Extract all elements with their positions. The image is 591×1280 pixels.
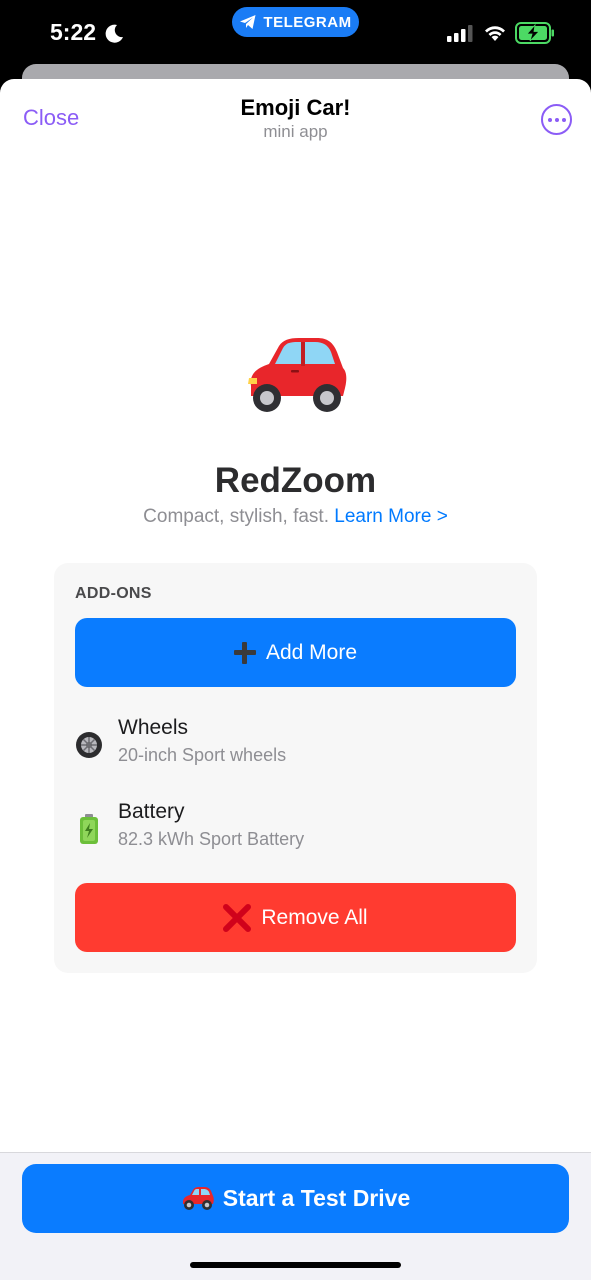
addons-card: ADD-ONS Add More Wheels 20-inch Sport wh… bbox=[54, 563, 537, 973]
learn-more-link[interactable]: Learn More > bbox=[334, 506, 448, 527]
car-description-text: Compact, stylish, fast. bbox=[143, 506, 329, 527]
telegram-pill-label: TELEGRAM bbox=[263, 13, 352, 31]
start-test-drive-button[interactable]: Start a Test Drive bbox=[22, 1164, 569, 1233]
red-car-icon bbox=[182, 1186, 214, 1210]
addon-detail: 82.3 kWh Sport Battery bbox=[118, 829, 305, 849]
add-more-label: Add More bbox=[265, 640, 358, 664]
addon-name: Wheels bbox=[118, 716, 189, 739]
signal-icon bbox=[447, 25, 473, 42]
home-indicator[interactable] bbox=[190, 1262, 401, 1268]
status-bar: 5:22 TELEGRAM bbox=[0, 0, 591, 66]
mini-app-sheet: Close Emoji Car! mini app RedZoom Compac… bbox=[0, 79, 591, 1280]
remove-all-button[interactable]: Remove All bbox=[75, 883, 516, 952]
telegram-pill[interactable]: TELEGRAM bbox=[232, 7, 359, 37]
plus-icon bbox=[233, 641, 256, 664]
battery-icon bbox=[80, 814, 98, 844]
red-car-icon bbox=[248, 338, 347, 412]
addon-item-battery: Battery 82.3 kWh Sport Battery bbox=[75, 800, 516, 856]
add-more-button[interactable]: Add More bbox=[75, 618, 516, 687]
bottom-bar: Start a Test Drive bbox=[0, 1152, 591, 1280]
battery-charging-icon bbox=[515, 22, 554, 44]
remove-all-label: Remove All bbox=[261, 905, 368, 929]
moon-icon bbox=[105, 24, 123, 43]
status-time: 5:22 bbox=[50, 19, 97, 45]
app-subtitle: mini app bbox=[263, 122, 328, 141]
car-description: Compact, stylish, fast. Learn More > bbox=[0, 506, 591, 528]
telegram-icon bbox=[240, 15, 256, 29]
wheel-icon bbox=[76, 732, 102, 758]
start-test-drive-label: Start a Test Drive bbox=[222, 1185, 411, 1211]
wifi-icon bbox=[485, 26, 505, 41]
car-name: RedZoom bbox=[214, 461, 377, 500]
addon-name: Battery bbox=[118, 800, 185, 823]
cross-mark-icon bbox=[223, 903, 252, 932]
more-options-button[interactable] bbox=[541, 104, 572, 135]
addons-heading: ADD-ONS bbox=[75, 585, 152, 602]
addon-detail: 20-inch Sport wheels bbox=[118, 745, 287, 765]
app-title: Emoji Car! bbox=[240, 95, 351, 120]
ellipsis-circle-icon bbox=[547, 117, 552, 122]
addon-item-wheels: Wheels 20-inch Sport wheels bbox=[75, 716, 516, 772]
